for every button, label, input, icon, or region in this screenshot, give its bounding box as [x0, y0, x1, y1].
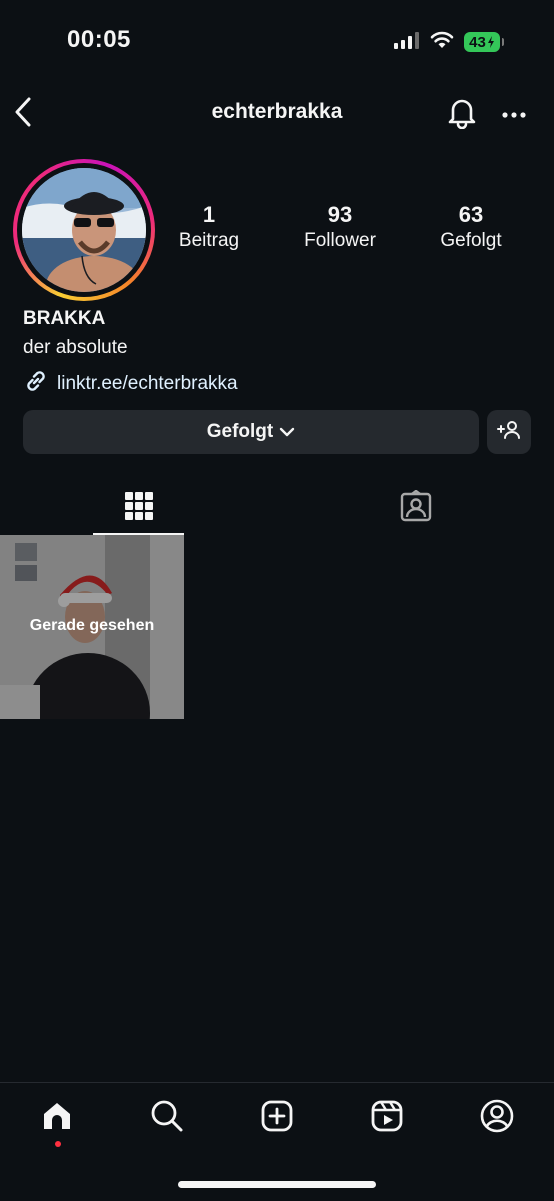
reels-icon — [370, 1099, 404, 1138]
status-icons: 43 — [394, 30, 504, 54]
create-icon — [260, 1099, 294, 1138]
search-icon — [150, 1099, 184, 1138]
more-icon — [501, 106, 527, 124]
stat-followers[interactable]: 93 Follower — [280, 202, 400, 254]
tab-tagged[interactable] — [370, 483, 461, 533]
wifi-icon — [430, 31, 454, 54]
avatar[interactable] — [13, 159, 155, 301]
nav-search[interactable] — [145, 1096, 189, 1140]
tab-posts-grid[interactable] — [93, 483, 184, 535]
stat-following-count: 63 — [458, 202, 484, 227]
tagged-icon — [400, 489, 432, 527]
status-time: 00:05 — [67, 26, 131, 53]
avatar-photo — [22, 168, 146, 292]
stat-posts[interactable]: 1 Beitrag — [149, 202, 269, 254]
profile-link-text: linktr.ee/echterbrakka — [57, 373, 238, 394]
nav-reels[interactable] — [365, 1096, 409, 1140]
notifications-button[interactable] — [444, 96, 480, 134]
profile-icon — [480, 1099, 514, 1138]
suggested-users-button[interactable] — [487, 410, 531, 454]
post-seen-label: Gerade gesehen — [29, 617, 155, 634]
following-button-label: Gefolgt — [206, 421, 274, 442]
stat-following-label: Gefolgt — [440, 230, 502, 251]
chevron-down-icon — [279, 421, 295, 443]
battery-icon: 43 — [464, 32, 504, 52]
link-icon — [23, 368, 49, 400]
signal-icon — [394, 31, 420, 54]
following-button[interactable]: Gefolgt — [23, 410, 479, 454]
stat-following[interactable]: 63 Gefolgt — [411, 202, 531, 254]
home-icon — [40, 1099, 74, 1138]
profile-link[interactable]: linktr.ee/echterbrakka — [23, 368, 238, 400]
nav-home[interactable] — [35, 1096, 79, 1140]
stat-followers-label: Follower — [304, 230, 376, 251]
post-thumbnail[interactable]: Gerade gesehen — [0, 535, 184, 719]
home-notification-dot — [55, 1141, 61, 1147]
nav-create[interactable] — [255, 1096, 299, 1140]
profile-bio: der absolute — [23, 337, 128, 358]
stat-posts-count: 1 — [202, 202, 216, 227]
more-options-button[interactable] — [496, 100, 532, 130]
battery-level: 43 — [469, 33, 486, 51]
bell-icon — [447, 97, 477, 134]
stat-followers-count: 93 — [327, 202, 353, 227]
home-indicator[interactable] — [178, 1181, 376, 1188]
grid-icon — [124, 491, 154, 526]
nav-profile[interactable] — [475, 1096, 519, 1140]
stat-posts-label: Beitrag — [178, 230, 240, 251]
profile-display-name: BRAKKA — [23, 308, 106, 329]
add-user-icon — [497, 420, 521, 445]
